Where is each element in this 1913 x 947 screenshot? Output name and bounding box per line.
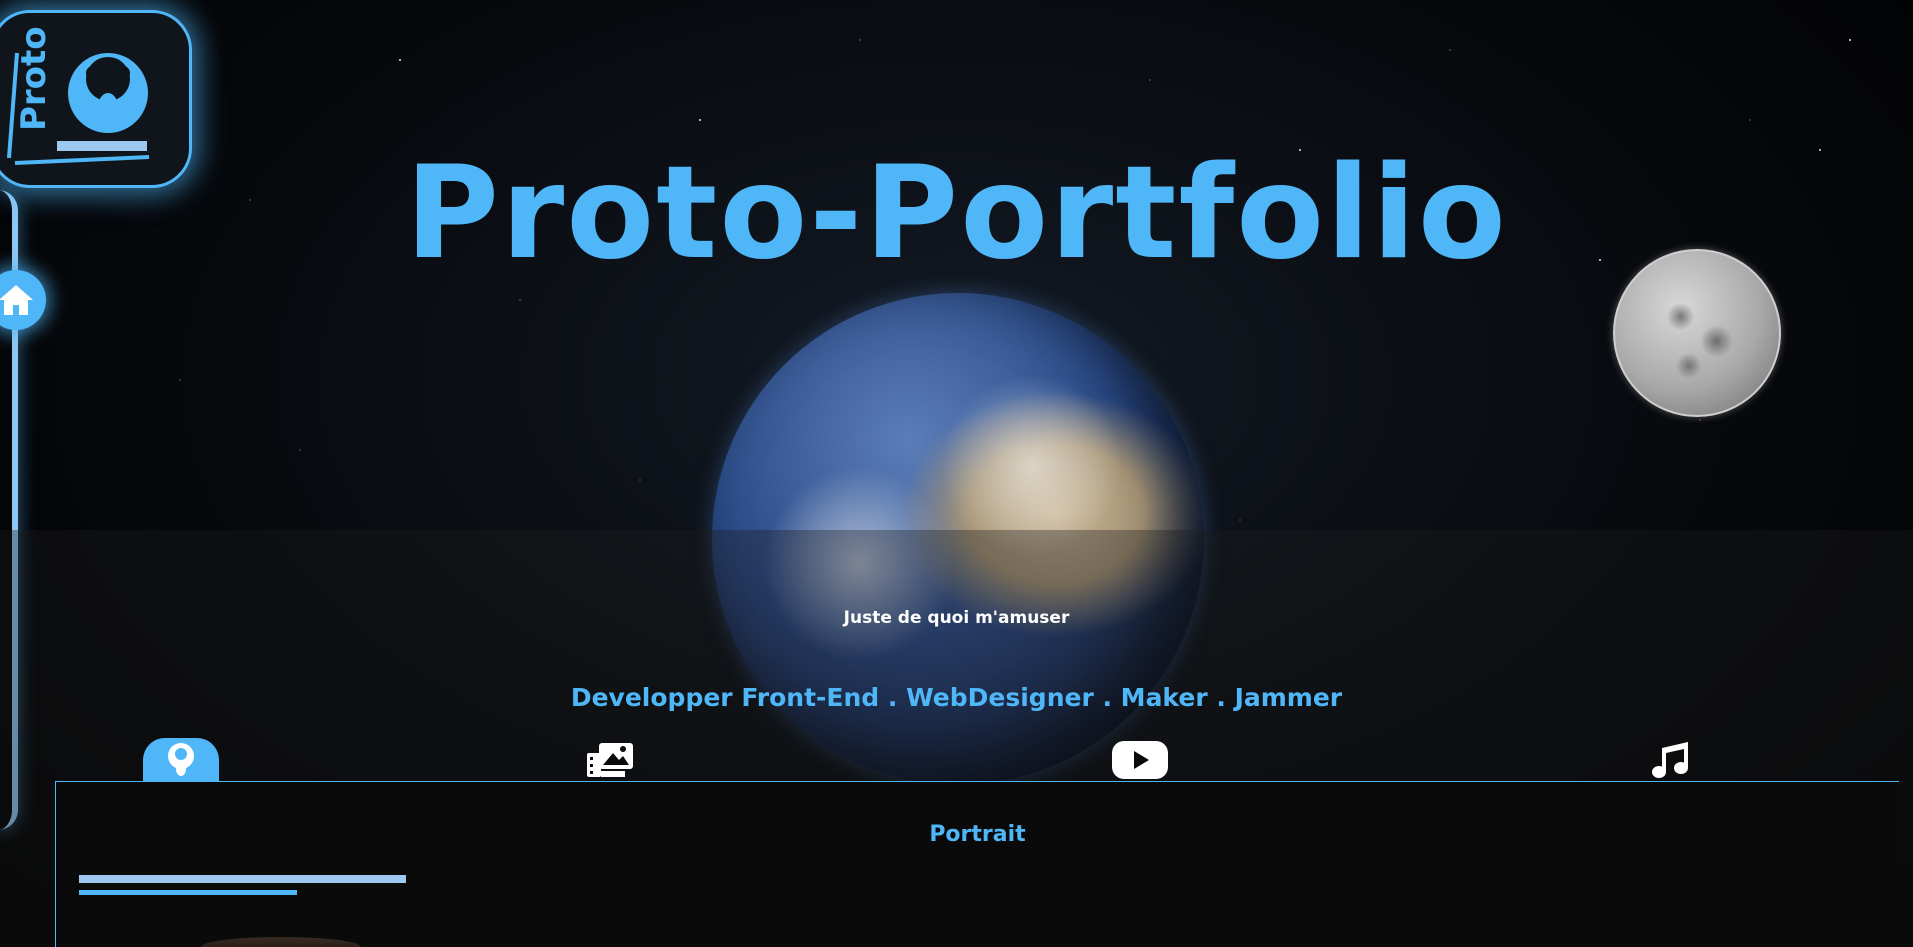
tab-gallery[interactable] bbox=[572, 738, 648, 782]
content-panel: Portrait bbox=[55, 781, 1899, 947]
decorative-bar bbox=[79, 890, 297, 895]
decorative-bar bbox=[79, 875, 406, 883]
tab-bar bbox=[55, 738, 1898, 782]
youtube-play-icon bbox=[1112, 741, 1168, 779]
page: Proto Proto-Portfolio Juste de quoi m'am… bbox=[0, 0, 1913, 947]
panel-title: Portrait bbox=[929, 822, 1026, 847]
logo-text: Proto bbox=[14, 26, 54, 131]
tab-portrait[interactable] bbox=[143, 738, 219, 782]
portrait-photo bbox=[201, 937, 361, 947]
music-note-icon bbox=[1652, 742, 1688, 778]
tab-music[interactable] bbox=[1633, 738, 1709, 782]
portrait-icon bbox=[168, 743, 194, 776]
home-icon bbox=[0, 285, 33, 315]
photo-gallery-icon bbox=[587, 743, 633, 777]
site-title: Proto-Portfolio bbox=[405, 139, 1508, 288]
tab-videos[interactable] bbox=[1102, 738, 1178, 782]
hero-tagline: Juste de quoi m'amuser bbox=[843, 608, 1070, 628]
hero-roles: Developper Front-End . WebDesigner . Mak… bbox=[570, 683, 1343, 712]
